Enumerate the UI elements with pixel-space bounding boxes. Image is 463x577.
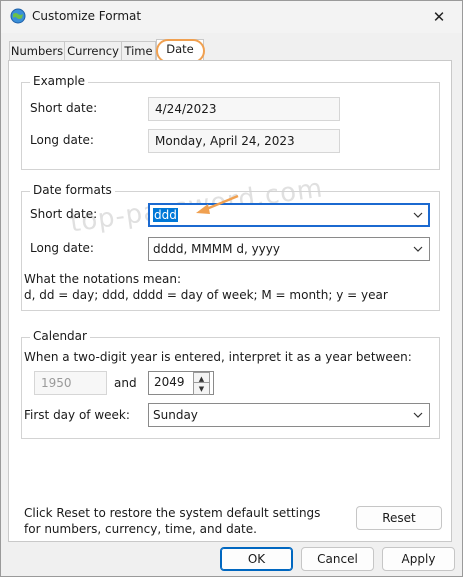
cancel-button[interactable]: Cancel bbox=[301, 547, 374, 571]
year-from-field: 1950 bbox=[34, 371, 107, 395]
tab-label: Currency bbox=[67, 44, 119, 58]
example-legend: Example bbox=[30, 74, 89, 88]
arrow-annotation bbox=[196, 194, 239, 214]
long-date-combobox[interactable]: dddd, MMMM d, yyyy bbox=[148, 237, 430, 261]
chevron-down-icon bbox=[413, 246, 423, 252]
tab-label: Date bbox=[166, 42, 194, 56]
short-date-combobox[interactable]: ddd bbox=[148, 203, 430, 227]
notation-title: What the notations mean: bbox=[24, 272, 181, 286]
year-to-value: 2049 bbox=[154, 375, 185, 389]
tab-time[interactable]: Time bbox=[121, 41, 156, 62]
tab-label: Time bbox=[124, 44, 153, 58]
tab-numbers[interactable]: Numbers bbox=[9, 41, 65, 62]
chevron-down-icon bbox=[413, 412, 423, 418]
window-title: Customize Format bbox=[32, 9, 142, 23]
calendar-group: Calendar When a two-digit year is entere… bbox=[21, 329, 440, 439]
globe-icon bbox=[10, 8, 26, 24]
short-date-input-text: ddd bbox=[153, 208, 178, 222]
year-to-stepper[interactable]: 2049 ▲ ▼ bbox=[148, 371, 214, 395]
close-icon: ✕ bbox=[432, 8, 446, 26]
two-digit-year-text: When a two-digit year is entered, interp… bbox=[24, 350, 412, 364]
long-date-label: Long date: bbox=[30, 241, 94, 255]
example-group: Example Short date: 4/24/2023 Long date:… bbox=[21, 74, 440, 170]
example-short-label: Short date: bbox=[30, 101, 98, 115]
spin-down-button[interactable]: ▼ bbox=[193, 382, 210, 395]
example-short-value: 4/24/2023 bbox=[148, 97, 340, 121]
close-button[interactable]: ✕ bbox=[416, 1, 462, 33]
date-tab-page: top-password.com Example Short date: 4/2… bbox=[8, 60, 452, 542]
example-long-value: Monday, April 24, 2023 bbox=[148, 129, 340, 153]
reset-help-text: Click Reset to restore the system defaul… bbox=[24, 506, 321, 536]
date-formats-group: Date formats Short date: ddd Long date: … bbox=[21, 183, 440, 311]
calendar-legend: Calendar bbox=[30, 329, 90, 343]
chevron-down-icon bbox=[413, 212, 423, 218]
tab-currency[interactable]: Currency bbox=[64, 41, 122, 62]
ok-button[interactable]: OK bbox=[220, 547, 293, 571]
apply-button[interactable]: Apply bbox=[382, 547, 455, 571]
title-bar: Customize Format ✕ bbox=[1, 1, 462, 33]
first-day-combobox[interactable]: Sunday bbox=[148, 403, 430, 427]
reset-button[interactable]: Reset bbox=[356, 506, 442, 530]
short-date-label: Short date: bbox=[30, 207, 98, 221]
long-date-input-text: dddd, MMMM d, yyyy bbox=[153, 242, 280, 256]
customize-format-dialog: Customize Format ✕ Numbers Currency Time… bbox=[0, 0, 463, 577]
notation-text: d, dd = day; ddd, dddd = day of week; M … bbox=[24, 288, 388, 302]
first-day-value: Sunday bbox=[153, 408, 198, 422]
example-long-label: Long date: bbox=[30, 133, 94, 147]
tab-label: Numbers bbox=[10, 44, 64, 58]
first-day-label: First day of week: bbox=[24, 408, 130, 422]
and-label: and bbox=[114, 376, 137, 390]
date-formats-legend: Date formats bbox=[30, 183, 115, 197]
chevron-down-icon: ▼ bbox=[198, 384, 205, 393]
tab-date[interactable]: Date bbox=[156, 39, 204, 62]
